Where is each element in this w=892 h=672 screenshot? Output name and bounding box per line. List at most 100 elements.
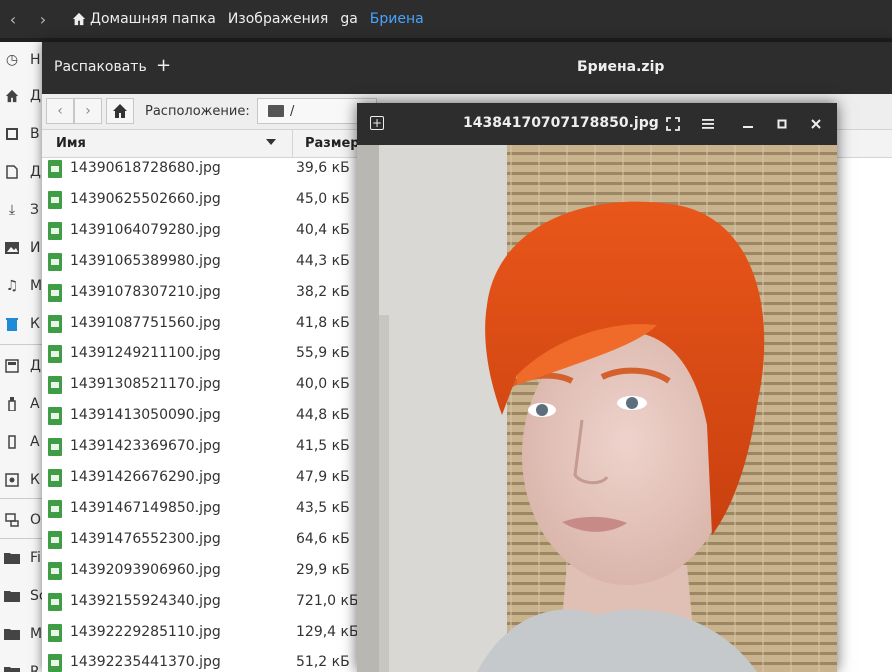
sidebar-item-label: М (30, 278, 43, 294)
file-name: 14392093906960.jpg (70, 561, 221, 578)
camera-icon (4, 472, 20, 488)
folder-icon (4, 550, 20, 566)
sidebar-item-video[interactable]: В (0, 116, 44, 152)
viewer-title: 14384170707178850.jpg (463, 115, 659, 131)
breadcrumb-home[interactable]: Домашняя папка (72, 11, 216, 27)
sidebar-item-network[interactable]: О (0, 502, 44, 538)
image-file-icon (48, 654, 62, 672)
sidebar-item-phone[interactable]: А (0, 424, 44, 460)
extract-button[interactable]: Распаковать (54, 59, 147, 75)
file-size: 721,0 кБ (296, 592, 359, 609)
file-size: 44,3 кБ (296, 252, 350, 269)
sidebar-item-label: M (30, 626, 43, 642)
sidebar-item-recent[interactable]: ◷ Н (0, 42, 44, 78)
home-icon (4, 88, 20, 104)
sidebar-item-label: О (30, 512, 42, 528)
sidebar: ◷ Н Д В Д ⤓ З И ♫ М К Д А А К О Fi Sc M R (0, 42, 47, 672)
sidebar-item-drive[interactable]: Д (0, 348, 44, 384)
image-file-icon (48, 469, 62, 487)
close-icon[interactable] (805, 113, 827, 135)
sidebar-item-label: А (30, 434, 40, 450)
location-value: / (290, 103, 295, 119)
forward-icon[interactable]: › (30, 10, 56, 29)
sidebar-item-label: И (30, 240, 41, 256)
menu-icon[interactable] (697, 113, 719, 135)
file-name: 14392155924340.jpg (70, 592, 221, 609)
network-icon (4, 512, 20, 528)
file-name: 14392229285110.jpg (70, 623, 221, 640)
image-file-icon (48, 252, 62, 271)
sidebar-item-pictures[interactable]: И (0, 230, 44, 266)
film-icon (4, 126, 20, 142)
file-size: 39,6 кБ (296, 160, 350, 176)
column-size[interactable]: Размер (305, 136, 360, 151)
viewer-headerbar: + 14384170707178850.jpg (357, 103, 837, 145)
fullscreen-icon[interactable] (662, 113, 684, 135)
breadcrumb-label: Бриена (369, 11, 424, 27)
breadcrumb-label: Домашняя папка (90, 11, 216, 27)
minimize-icon[interactable] (737, 113, 759, 135)
image-icon (4, 240, 20, 256)
file-size: 29,9 кБ (296, 561, 350, 578)
sidebar-item-trash[interactable]: К (0, 306, 44, 342)
document-icon (4, 164, 20, 180)
image-file-icon (48, 345, 62, 364)
chevron-right-icon: › (85, 103, 91, 119)
sidebar-item-label: Д (30, 164, 41, 180)
file-size: 45,0 кБ (296, 190, 350, 207)
sidebar-item-downloads[interactable]: ⤓ З (0, 192, 44, 228)
location-label: Расположение: (145, 104, 250, 119)
sidebar-item-bookmark-1[interactable]: Fi (0, 540, 44, 576)
home-button[interactable] (106, 98, 134, 124)
breadcrumb-ga[interactable]: ga (340, 11, 357, 27)
archive-headerbar: Распаковать + Бриена.zip (42, 42, 892, 94)
image-file-icon (48, 407, 62, 426)
file-manager-header: ‹ › Домашняя папка Изображения ga Бриена (0, 0, 892, 38)
file-name: 14391476552300.jpg (70, 530, 221, 547)
file-size: 40,0 кБ (296, 376, 350, 393)
column-name[interactable]: Имя (56, 136, 86, 151)
forward-button[interactable]: › (74, 98, 102, 124)
image-file-icon (48, 190, 62, 209)
add-files-button[interactable]: + (156, 55, 171, 76)
file-name: 14390618728680.jpg (70, 160, 221, 176)
sidebar-item-usb[interactable]: А (0, 386, 44, 422)
maximize-icon[interactable] (771, 113, 793, 135)
file-size: 64,6 кБ (296, 530, 350, 547)
breadcrumb-label: ga (340, 11, 358, 27)
add-icon[interactable]: + (370, 116, 384, 130)
back-button[interactable]: ‹ (46, 98, 74, 124)
image-file-icon (48, 376, 62, 395)
folder-icon (4, 626, 20, 642)
sidebar-divider (0, 498, 44, 499)
sidebar-item-label: А (30, 396, 40, 412)
sidebar-item-home[interactable]: Д (0, 78, 44, 114)
trash-icon (4, 316, 20, 332)
image-file-icon (48, 499, 62, 518)
sidebar-item-camera[interactable]: К (0, 462, 44, 498)
sidebar-item-music[interactable]: ♫ М (0, 268, 44, 304)
sidebar-item-documents[interactable]: Д (0, 154, 44, 190)
folder-icon (4, 664, 20, 672)
file-size: 40,4 кБ (296, 221, 350, 238)
file-name: 14391065389980.jpg (70, 252, 221, 269)
image-file-icon (48, 561, 62, 580)
sidebar-item-label: Д (30, 358, 41, 374)
file-name: 14391413050090.jpg (70, 407, 221, 424)
back-icon[interactable]: ‹ (0, 10, 26, 29)
home-icon (72, 12, 86, 26)
breadcrumb-briena[interactable]: Бриена (370, 11, 424, 27)
file-name: 14391087751560.jpg (70, 314, 221, 331)
sidebar-item-bookmark-3[interactable]: M (0, 616, 44, 652)
sidebar-item-bookmark-4[interactable]: R (0, 654, 44, 672)
file-name: 14391467149850.jpg (70, 499, 221, 516)
image-file-icon (48, 623, 62, 642)
breadcrumb-images[interactable]: Изображения (228, 11, 328, 27)
image-viewer-window: + 14384170707178850.jpg (357, 103, 837, 672)
sidebar-item-label: З (30, 202, 39, 218)
file-name: 14391308521170.jpg (70, 376, 221, 393)
usb-icon (4, 396, 20, 412)
window-title: Бриена.zip (577, 59, 665, 75)
sidebar-item-bookmark-2[interactable]: Sc (0, 578, 47, 614)
image-file-icon (48, 221, 62, 240)
